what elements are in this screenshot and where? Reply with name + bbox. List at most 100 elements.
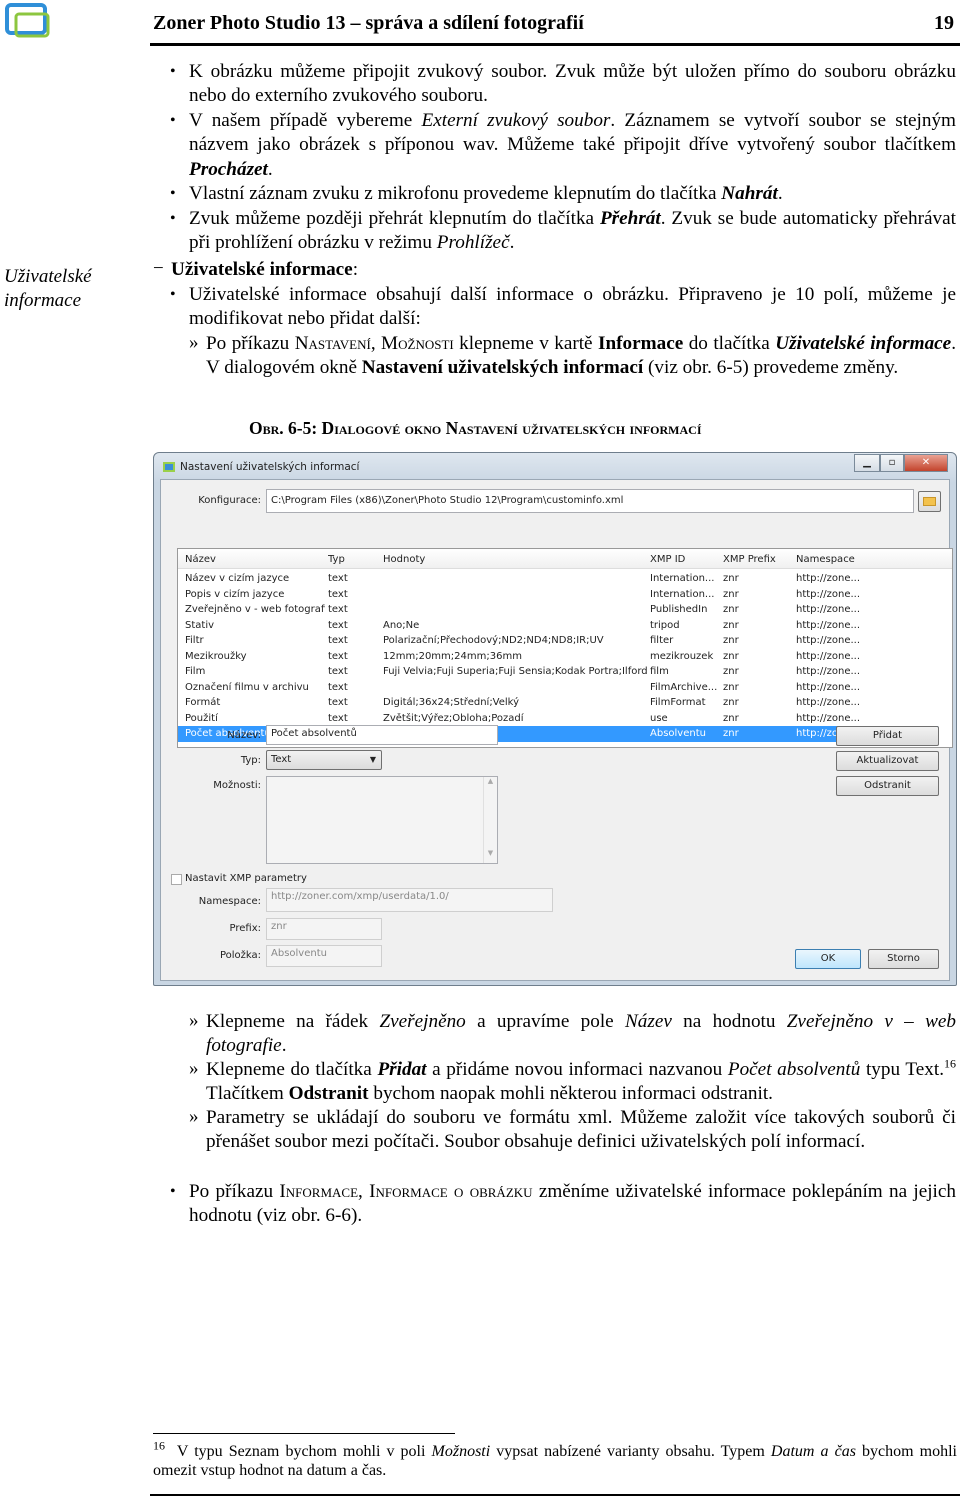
table-cell: Internation... [650, 573, 715, 584]
table-row[interactable]: Název v cizím jazyce text Internation... zn… [178, 571, 938, 587]
subitem-marker: » [189, 1106, 199, 1127]
table-cell: Označení filmu v archivu [185, 681, 309, 693]
text-run: klepneme v kartě [453, 333, 599, 354]
footnote-number: 16 [153, 1438, 165, 1453]
text-run: Informace [598, 333, 684, 354]
text-run: Uživatelské informace obsahují další inf… [189, 284, 956, 330]
dialog-body: Konfigurace: C:\Program Files (x86)\Zone… [160, 479, 953, 981]
text-run: Nastavení, Možnosti [294, 333, 454, 354]
text-run: Procházet [189, 158, 268, 180]
name-input[interactable]: Počet absolventů [266, 725, 498, 745]
table-row[interactable]: Film text Fuji Velvia;Fuji Superia;Fuji Se… [178, 664, 938, 680]
dialog-title: Nastavení uživatelských informací [180, 461, 360, 473]
text-run: Parametry se ukládají do souboru ve form… [206, 1107, 956, 1153]
text-run: (viz obr. 6-5) provedeme změny. [643, 357, 899, 379]
paragraph: Uživatelské informace obsahují další inf… [189, 283, 956, 332]
table-cell: znr [723, 666, 739, 677]
browse-folder-button[interactable] [918, 491, 941, 512]
table-cell: http://zone... [796, 666, 861, 677]
table-cell: http://zone... [796, 712, 861, 724]
column-header[interactable]: XMP ID [650, 554, 685, 565]
table-cell: tripod [650, 619, 680, 631]
table-cell: znr [723, 650, 739, 662]
table-cell: text [328, 666, 348, 677]
type-select[interactable]: Text ▼ [266, 750, 382, 770]
table-row[interactable]: Zveřejněno v - web fotografie text Publish… [178, 602, 938, 618]
text-run: K obrázku můžeme připojit zvukový soubor… [189, 61, 956, 107]
table-row[interactable]: Použití text Zvětšit;Výřez;Obloha;Pozadí us… [178, 711, 938, 727]
table-cell: znr [723, 588, 739, 600]
table-row[interactable]: Formát text Digitál;36x24;Střední;Velký Fil… [178, 695, 938, 711]
ok-button[interactable]: OK [795, 949, 861, 969]
app-icon [163, 462, 175, 472]
name-label: Název: [227, 730, 261, 741]
text-run: Zveřejněno [379, 1011, 466, 1032]
table-cell: znr [723, 697, 739, 708]
table-cell: Použití [185, 712, 218, 724]
list-header: Název Typ Hodnoty XMP ID XMP Prefix Namespace [178, 549, 952, 569]
table-row[interactable]: Označení filmu v archivu text FilmArchive.… [178, 680, 938, 696]
table-cell: http://zone... [796, 650, 861, 662]
table-cell: text [328, 712, 348, 724]
text-run: V typu Seznam bychom mohli v poli [176, 1443, 432, 1460]
options-textarea[interactable]: ▲ ▼ [266, 776, 498, 864]
table-row[interactable]: Filtr text Polarizační;Přechodový;ND2;ND4;… [178, 633, 938, 649]
maximize-button[interactable]: ▫ [880, 454, 904, 472]
bullet-icon: • [170, 63, 176, 80]
table-cell: 12mm;20mm;24mm;36mm [383, 650, 522, 662]
minimize-button[interactable]: ▁ [854, 454, 880, 472]
table-cell: znr [723, 728, 739, 739]
table-row[interactable]: Mezikroužky text 12mm;20mm;24mm;36mm mezikr… [178, 649, 938, 665]
text-run: Uživatelské informace [171, 259, 353, 280]
table-row[interactable]: Popis v cizím jazyce text Internation... zn… [178, 587, 938, 603]
table-row[interactable]: Stativ text Ano;Ne tripod znr http://zone... [178, 618, 938, 634]
text-run: Počet absolventů [727, 1059, 861, 1080]
table-cell: Formát [185, 697, 221, 708]
column-header[interactable]: XMP Prefix [723, 554, 776, 565]
column-header[interactable]: Hodnoty [383, 554, 425, 565]
table-cell: Polarizační;Přechodový;ND2;ND4;ND8;IR;UV [383, 635, 604, 646]
prefix-input[interactable]: znr [266, 918, 382, 940]
xmp-checkbox[interactable] [171, 874, 182, 885]
bullet-icon: • [170, 286, 176, 303]
table-cell: Popis v cizím jazyce [185, 588, 285, 600]
column-header[interactable]: Namespace [796, 554, 855, 565]
table-cell: FilmFormat [650, 697, 706, 708]
footnote-rule [153, 1433, 455, 1434]
config-input[interactable]: C:\Program Files (x86)\Zoner\Photo Studi… [266, 489, 914, 513]
bullet-icon: • [170, 185, 176, 202]
table-cell: Zveřejněno v - web fotografie [185, 604, 325, 615]
text-run: Přehrát [599, 208, 661, 229]
remove-button[interactable]: Odstranit [836, 776, 939, 796]
cancel-button[interactable]: Storno [868, 949, 939, 969]
page-number: 19 [934, 12, 954, 34]
text-run: Název [624, 1011, 672, 1032]
text-run: Externí zvukový soubor [421, 110, 611, 131]
text-run: a přidáme novou informaci nazvanou [426, 1059, 728, 1080]
add-button[interactable]: Přidat [836, 726, 939, 746]
fields-list[interactable]: Název Typ Hodnoty XMP ID XMP Prefix Namespace… [177, 548, 953, 748]
item-input[interactable]: Absolventu [266, 945, 382, 967]
table-cell: Digitál;36x24;Střední;Velký [383, 697, 520, 708]
text-run: typu Text. [860, 1059, 944, 1080]
type-label: Typ: [240, 755, 261, 766]
text-run: bychom naopak mohli některou informaci o… [368, 1083, 773, 1105]
table-cell: Zvětšit;Výřez;Obloha;Pozadí [383, 712, 524, 724]
paragraph: Klepneme do tlačítka Přidat a přidáme no… [206, 1058, 956, 1107]
paragraph: K obrázku můžeme připojit zvukový soubor… [189, 60, 956, 109]
table-cell: http://zone... [796, 588, 861, 600]
text-run: Informace, Informace o obrázku [279, 1181, 533, 1202]
column-header[interactable]: Typ [328, 554, 345, 565]
zoner-logo-icon [5, 3, 50, 38]
text-run: Po příkazu [206, 333, 295, 354]
scrollbar[interactable]: ▲ ▼ [483, 777, 497, 863]
text-run: vypsat nabízené varianty obsahu. Typem [490, 1443, 771, 1460]
close-button[interactable]: ✕ [904, 454, 948, 472]
update-button[interactable]: Aktualizovat [836, 751, 939, 771]
text-run: Nastavení uživatelských informací [361, 357, 644, 379]
namespace-input[interactable]: http://zoner.com/xmp/userdata/1.0/ [266, 888, 553, 912]
table-cell: http://zone... [796, 573, 861, 584]
table-cell: Fuji Velvia;Fuji Superia;Fuji Sensia;Kod… [383, 666, 648, 677]
table-cell: Film [185, 666, 206, 677]
column-header[interactable]: Název [185, 554, 216, 565]
